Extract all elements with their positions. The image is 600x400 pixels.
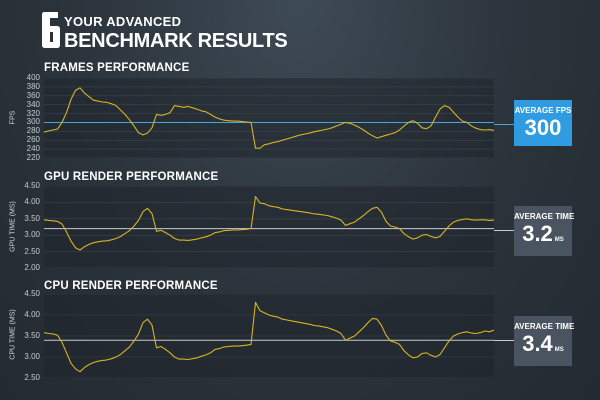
frames-plot <box>44 78 494 158</box>
cpu-average-time-value-row: 3.4 MS <box>514 332 572 362</box>
cpu-y-tick-label: 4.50 <box>24 289 40 298</box>
frames-line-chart <box>44 78 494 158</box>
frames-y-tick-label: 220 <box>26 153 40 162</box>
average-fps-label: AVERAGE FPS <box>514 106 572 115</box>
rainbow-six-logo-icon <box>42 12 60 48</box>
cpu-average-time-unit: MS <box>554 347 564 353</box>
frames-plot-background <box>44 78 494 158</box>
gpu-average-time-value: 3.2 <box>522 221 553 246</box>
frames-y-tick-label: 340 <box>26 99 40 109</box>
frames-panel-title: FRAMES PERFORMANCE <box>44 62 190 74</box>
frames-y-tick-label: 280 <box>26 126 40 136</box>
cpu-average-time-box: AVERAGE TIME 3.4 MS <box>514 316 575 366</box>
frames-y-tick-label: 260 <box>26 135 40 145</box>
average-fps-box: AVERAGE FPS 300 <box>514 100 572 146</box>
cpu-line-chart <box>44 294 494 378</box>
gpu-average-time-unit: MS <box>554 237 564 243</box>
gpu-y-tick-label: 4.00 <box>24 197 40 207</box>
frames-y-tick-label: 360 <box>26 90 40 100</box>
gpu-average-time-box: AVERAGE TIME 3.2 MS <box>514 206 575 256</box>
header-subtitle: YOUR ADVANCED <box>64 14 182 29</box>
frames-y-tick-label: 400 <box>26 73 40 82</box>
benchmark-header: YOUR ADVANCED BENCHMARK RESULTS <box>40 8 300 52</box>
gpu-panel-title: GPU RENDER PERFORMANCE <box>44 171 219 183</box>
cpu-y-tick-label: 3.50 <box>24 331 40 340</box>
frames-y-tick-label: 380 <box>26 81 40 91</box>
average-fps-value: 300 <box>524 115 562 140</box>
cpu-average-connector <box>494 340 514 341</box>
frames-average-connector <box>494 124 514 125</box>
cpu-y-tick-label: 2.50 <box>24 373 40 382</box>
cpu-y-tick-label: 4.00 <box>24 310 40 319</box>
frames-y-tick-label: 300 <box>26 117 40 127</box>
cpu-average-time-label: AVERAGE TIME <box>514 322 575 331</box>
cpu-plot <box>44 294 494 378</box>
gpu-y-tick-label: 3.00 <box>24 230 40 240</box>
cpu-panel-title: CPU RENDER PERFORMANCE <box>44 280 218 292</box>
cpu-average-time-value: 3.4 <box>522 331 553 356</box>
frames-y-tick-label: 320 <box>26 108 40 118</box>
gpu-y-tick-label: 2.50 <box>24 246 40 256</box>
gpu-plot-background <box>44 186 494 268</box>
gpu-average-time-value-row: 3.2 MS <box>514 222 572 252</box>
frames-y-tick-label: 240 <box>26 144 40 154</box>
gpu-y-tick-label: 2.00 <box>24 263 40 272</box>
page-title: BENCHMARK RESULTS <box>64 30 288 52</box>
gpu-y-tick-label: 4.50 <box>24 181 40 190</box>
gpu-plot <box>44 186 494 268</box>
gpu-y-tick-label: 3.50 <box>24 213 40 223</box>
gpu-average-connector <box>494 230 514 231</box>
gpu-average-time-label: AVERAGE TIME <box>514 212 575 221</box>
gpu-line-chart <box>44 186 494 268</box>
cpu-y-tick-label: 3.00 <box>24 352 40 361</box>
